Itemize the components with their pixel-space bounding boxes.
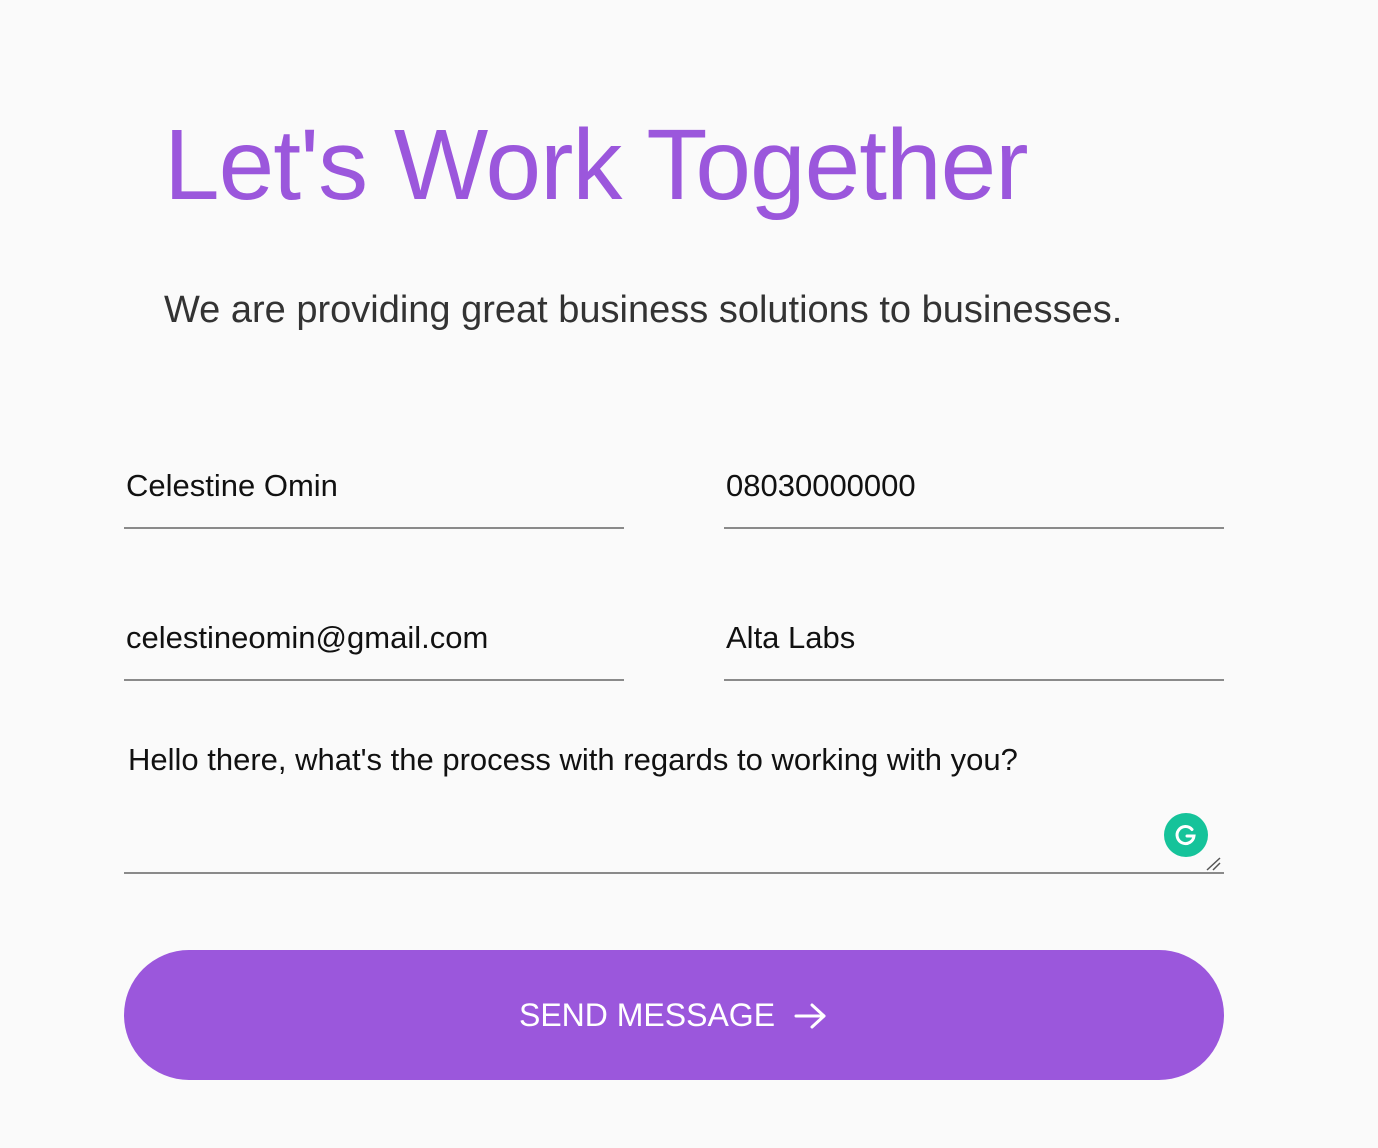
name-field (124, 451, 624, 529)
company-input[interactable] (724, 603, 1224, 679)
message-textarea[interactable]: Hello there, what's the process with reg… (124, 730, 1224, 872)
name-input[interactable] (124, 451, 624, 527)
page-subtitle: We are providing great business solution… (164, 289, 1123, 331)
resize-handle-icon[interactable] (1204, 855, 1222, 871)
send-message-button[interactable]: SEND MESSAGE (124, 950, 1224, 1080)
message-field: Hello there, what's the process with reg… (124, 730, 1224, 874)
arrow-right-icon (793, 1000, 829, 1032)
grammarly-g-glyph (1175, 825, 1196, 846)
email-field (124, 603, 624, 681)
phone-input[interactable] (724, 451, 1224, 527)
send-message-label: SEND MESSAGE (518, 996, 776, 1033)
grammarly-icon[interactable] (1164, 813, 1208, 857)
email-input[interactable] (124, 603, 624, 679)
phone-field (724, 451, 1224, 529)
company-field (724, 603, 1224, 681)
page-title: Let's Work Together (164, 109, 1029, 221)
